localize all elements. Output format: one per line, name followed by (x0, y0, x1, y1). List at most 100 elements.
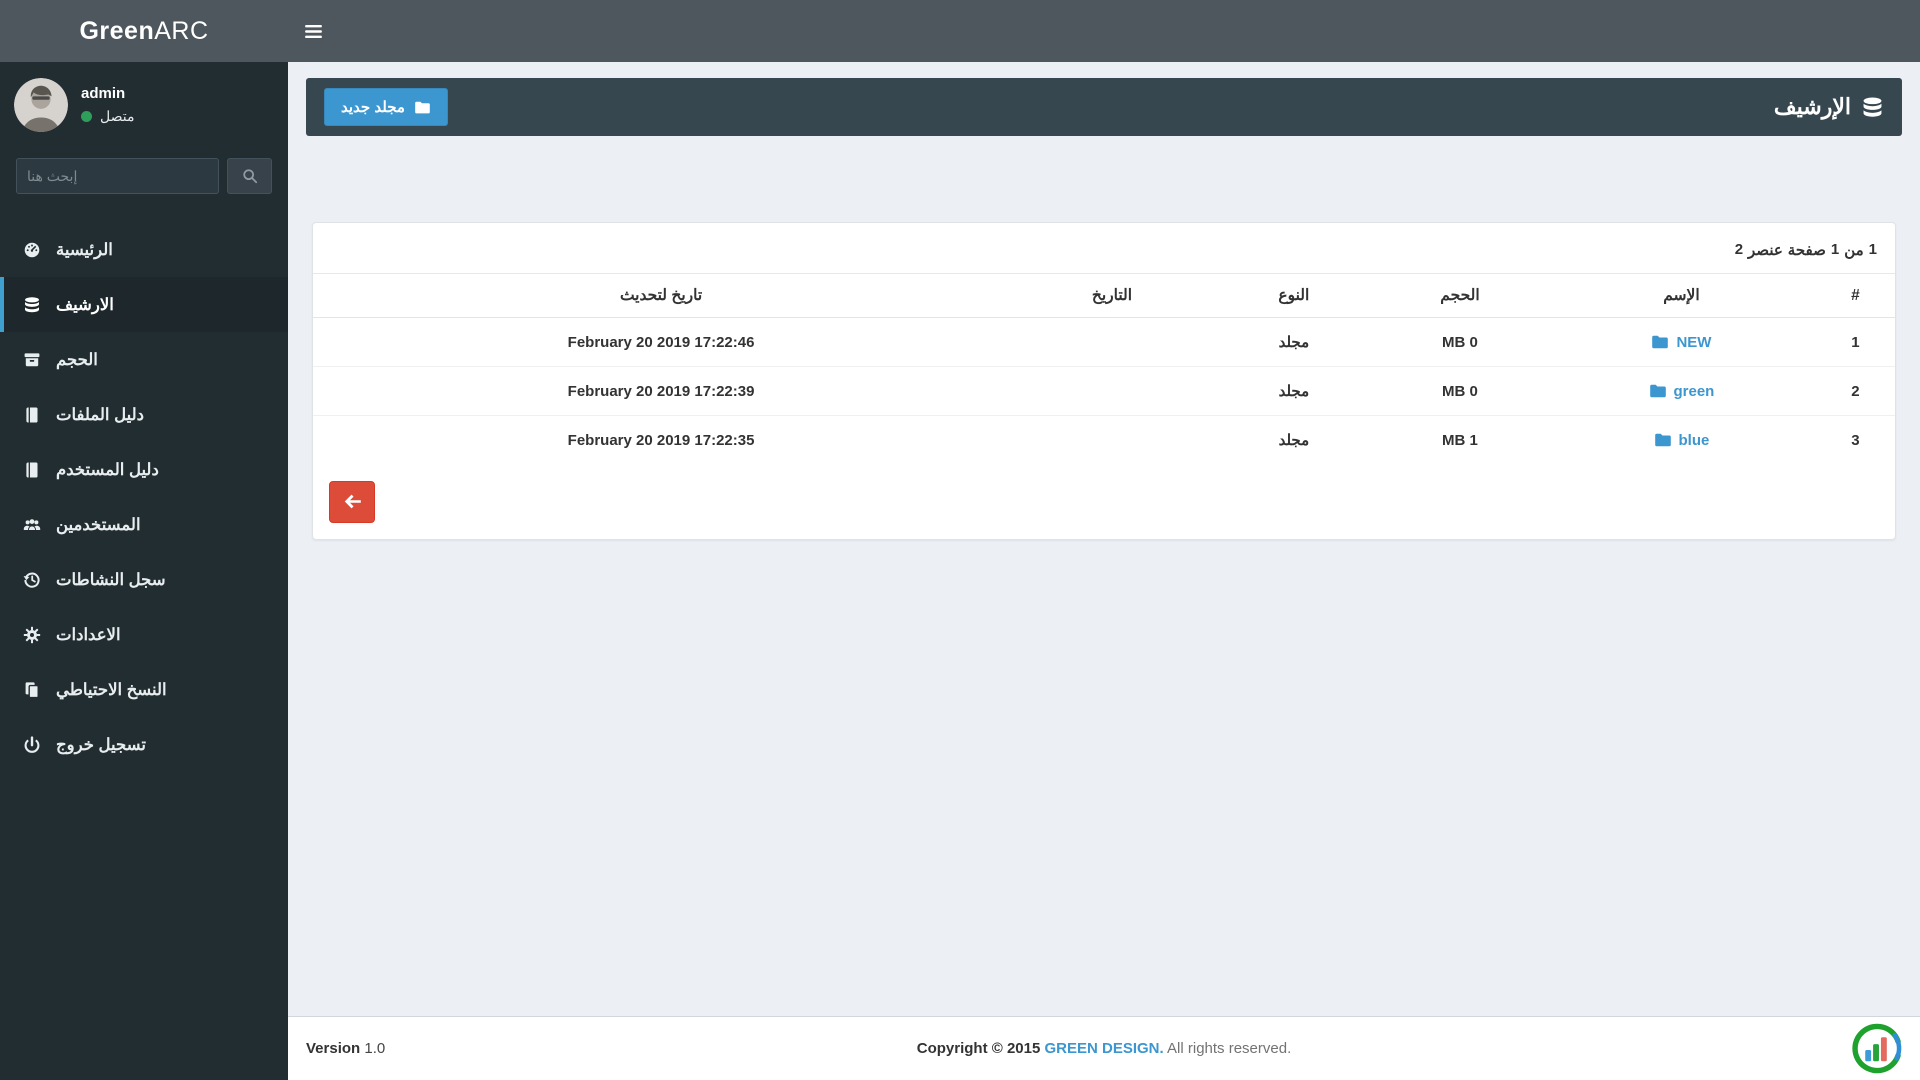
main-area: الإرشيف مجلد جديد 2 عنصر صفحة 1 من 1 # ا… (288, 0, 1920, 1080)
user-status: متصل (81, 108, 134, 125)
sidebar-item-users[interactable]: المستخدمين (0, 497, 288, 552)
column-header-date[interactable]: التاريخ (1009, 273, 1215, 318)
sidebar-item-logout[interactable]: تسجيل خروج (0, 717, 288, 772)
folder-type: مجلد (1214, 415, 1373, 465)
top-navbar (288, 0, 1920, 62)
column-header-number[interactable]: # (1815, 273, 1895, 318)
rights-text: All rights reserved. (1167, 1040, 1292, 1057)
page-title: الإرشيف (1774, 94, 1884, 120)
search-icon (242, 168, 258, 184)
app-window: Green ARC admin متصل إبحث هنا الرئيسية ا… (0, 0, 1920, 1080)
brand-link[interactable]: GREEN DESIGN. (1045, 1040, 1164, 1057)
sidebar-item-label: الارشيف (56, 295, 114, 314)
column-header-size[interactable]: الحجم (1372, 273, 1547, 318)
row-number: 2 (1815, 366, 1895, 416)
new-folder-button-label: مجلد جديد (341, 99, 405, 116)
database-icon (1861, 96, 1884, 119)
folder-updated: February 20 2019 17:22:35 (313, 415, 1010, 465)
sidebar-item-label: سجل النشاطات (56, 570, 166, 589)
sidebar-item-label: الاعدادات (56, 625, 121, 644)
new-folder-button[interactable]: مجلد جديد (324, 88, 448, 126)
copyright-text: Copyright © 2015 (916, 1040, 1041, 1057)
greenarc-circle-logo (1851, 1022, 1904, 1075)
folder-type: مجلد (1214, 366, 1373, 416)
folder-link[interactable]: NEW (1651, 334, 1711, 351)
column-header-name[interactable]: الإسم (1546, 273, 1816, 318)
user-meta: admin متصل (81, 85, 134, 125)
footer-version: Version 1.0 (306, 1040, 385, 1057)
version-label: Version (306, 1040, 361, 1057)
column-header-updated[interactable]: تاريخ لتحديث (313, 273, 1010, 318)
page-header-bar: الإرشيف مجلد جديد (306, 78, 1902, 136)
sidebar-item-size[interactable]: الحجم (0, 332, 288, 387)
folder-name: green (1673, 382, 1715, 400)
folder-icon (1651, 334, 1669, 350)
dashboard-icon (22, 240, 41, 259)
table-row: 3 blue MB 1 مجلد February 20 2019 17:22:… (313, 415, 1895, 465)
table-row: 1 NEW MB 0 مجلد February 20 2019 17:22:4… (313, 318, 1895, 367)
table-header-row: # الإسم الحجم النوع التاريخ تاريخ لتحديث (313, 273, 1895, 318)
folder-date (1009, 415, 1215, 465)
folder-icon (1649, 383, 1667, 399)
sidebar-search (16, 158, 272, 194)
search-input[interactable] (16, 158, 219, 194)
sidebar-item-activity-log[interactable]: سجل النشاطات (0, 552, 288, 607)
avatar[interactable] (14, 78, 68, 132)
power-icon (22, 735, 41, 754)
sidebar-item-label: دليل المستخدم (56, 460, 159, 479)
gear-icon (22, 625, 41, 644)
sidebar: Green ARC admin متصل إبحث هنا الرئيسية ا… (0, 0, 288, 1080)
folder-date (1009, 318, 1215, 367)
sidebar-item-files-guide[interactable]: دليل الملفات (0, 387, 288, 442)
sidebar-item-settings[interactable]: الاعدادات (0, 607, 288, 662)
folder-date (1009, 366, 1215, 416)
table-row: 2 green MB 0 مجلد February 20 2019 17:22… (313, 366, 1895, 416)
arrow-left-icon (343, 492, 362, 511)
version-value: 1.0 (364, 1040, 386, 1057)
folder-icon (414, 100, 431, 115)
page-title-label: الإرشيف (1773, 94, 1851, 119)
user-status-label: متصل (100, 108, 135, 124)
footer: Version 1.0 Copyright © 2015 GREEN DESIG… (288, 1016, 1920, 1080)
book-icon (22, 460, 41, 479)
sidebar-item-user-guide[interactable]: دليل المستخدم (0, 442, 288, 497)
column-header-type[interactable]: النوع (1214, 273, 1373, 318)
logo-bold-text: Green (79, 16, 155, 45)
search-button[interactable] (227, 158, 272, 194)
sidebar-item-label: المستخدمين (56, 515, 141, 534)
content-area: الإرشيف مجلد جديد 2 عنصر صفحة 1 من 1 # ا… (288, 62, 1920, 1016)
folder-updated: February 20 2019 17:22:46 (567, 333, 755, 351)
sidebar-item-label: دليل الملفات (56, 405, 144, 424)
archive-table: # الإسم الحجم النوع التاريخ تاريخ لتحديث… (313, 273, 1895, 465)
sidebar-item-backup[interactable]: النسخ الاحتياطي (0, 662, 288, 717)
back-button[interactable] (329, 480, 375, 523)
archive-table-card: 2 عنصر صفحة 1 من 1 # الإسم الحجم النوع التاري… (312, 222, 1896, 540)
folder-icon (1654, 432, 1672, 448)
folder-name: blue (1678, 431, 1710, 449)
hamburger-icon (304, 24, 322, 38)
sidebar-toggle-button[interactable] (288, 0, 338, 62)
folder-type: مجلد (1278, 334, 1310, 351)
copy-icon (22, 680, 41, 699)
folder-name: NEW (1676, 333, 1712, 351)
sidebar-item-label: الحجم (56, 350, 98, 369)
user-name: admin (81, 85, 126, 102)
online-dot (81, 111, 92, 122)
history-icon (22, 570, 41, 589)
folder-link[interactable]: blue (1654, 431, 1710, 449)
sidebar-item-label: النسخ الاحتياطي (56, 680, 167, 699)
row-number: 1 (1851, 333, 1860, 351)
sidebar-item-archive[interactable]: الارشيف (0, 277, 288, 332)
folder-size: MB 0 (1442, 333, 1478, 351)
row-number: 3 (1815, 415, 1895, 465)
folder-size: MB 0 (1372, 366, 1547, 416)
sidebar-item-home[interactable]: الرئيسية (0, 222, 288, 277)
folder-link[interactable]: green (1649, 382, 1715, 400)
sidebar-item-label: تسجيل خروج (56, 735, 146, 754)
app-logo: Green ARC (0, 0, 288, 62)
user-panel: admin متصل (0, 62, 288, 138)
folder-size: MB 1 (1372, 415, 1547, 465)
database-icon (22, 295, 41, 314)
footer-copyright: Copyright © 2015 GREEN DESIGN. All right… (288, 1040, 1920, 1057)
book-icon (22, 405, 41, 424)
